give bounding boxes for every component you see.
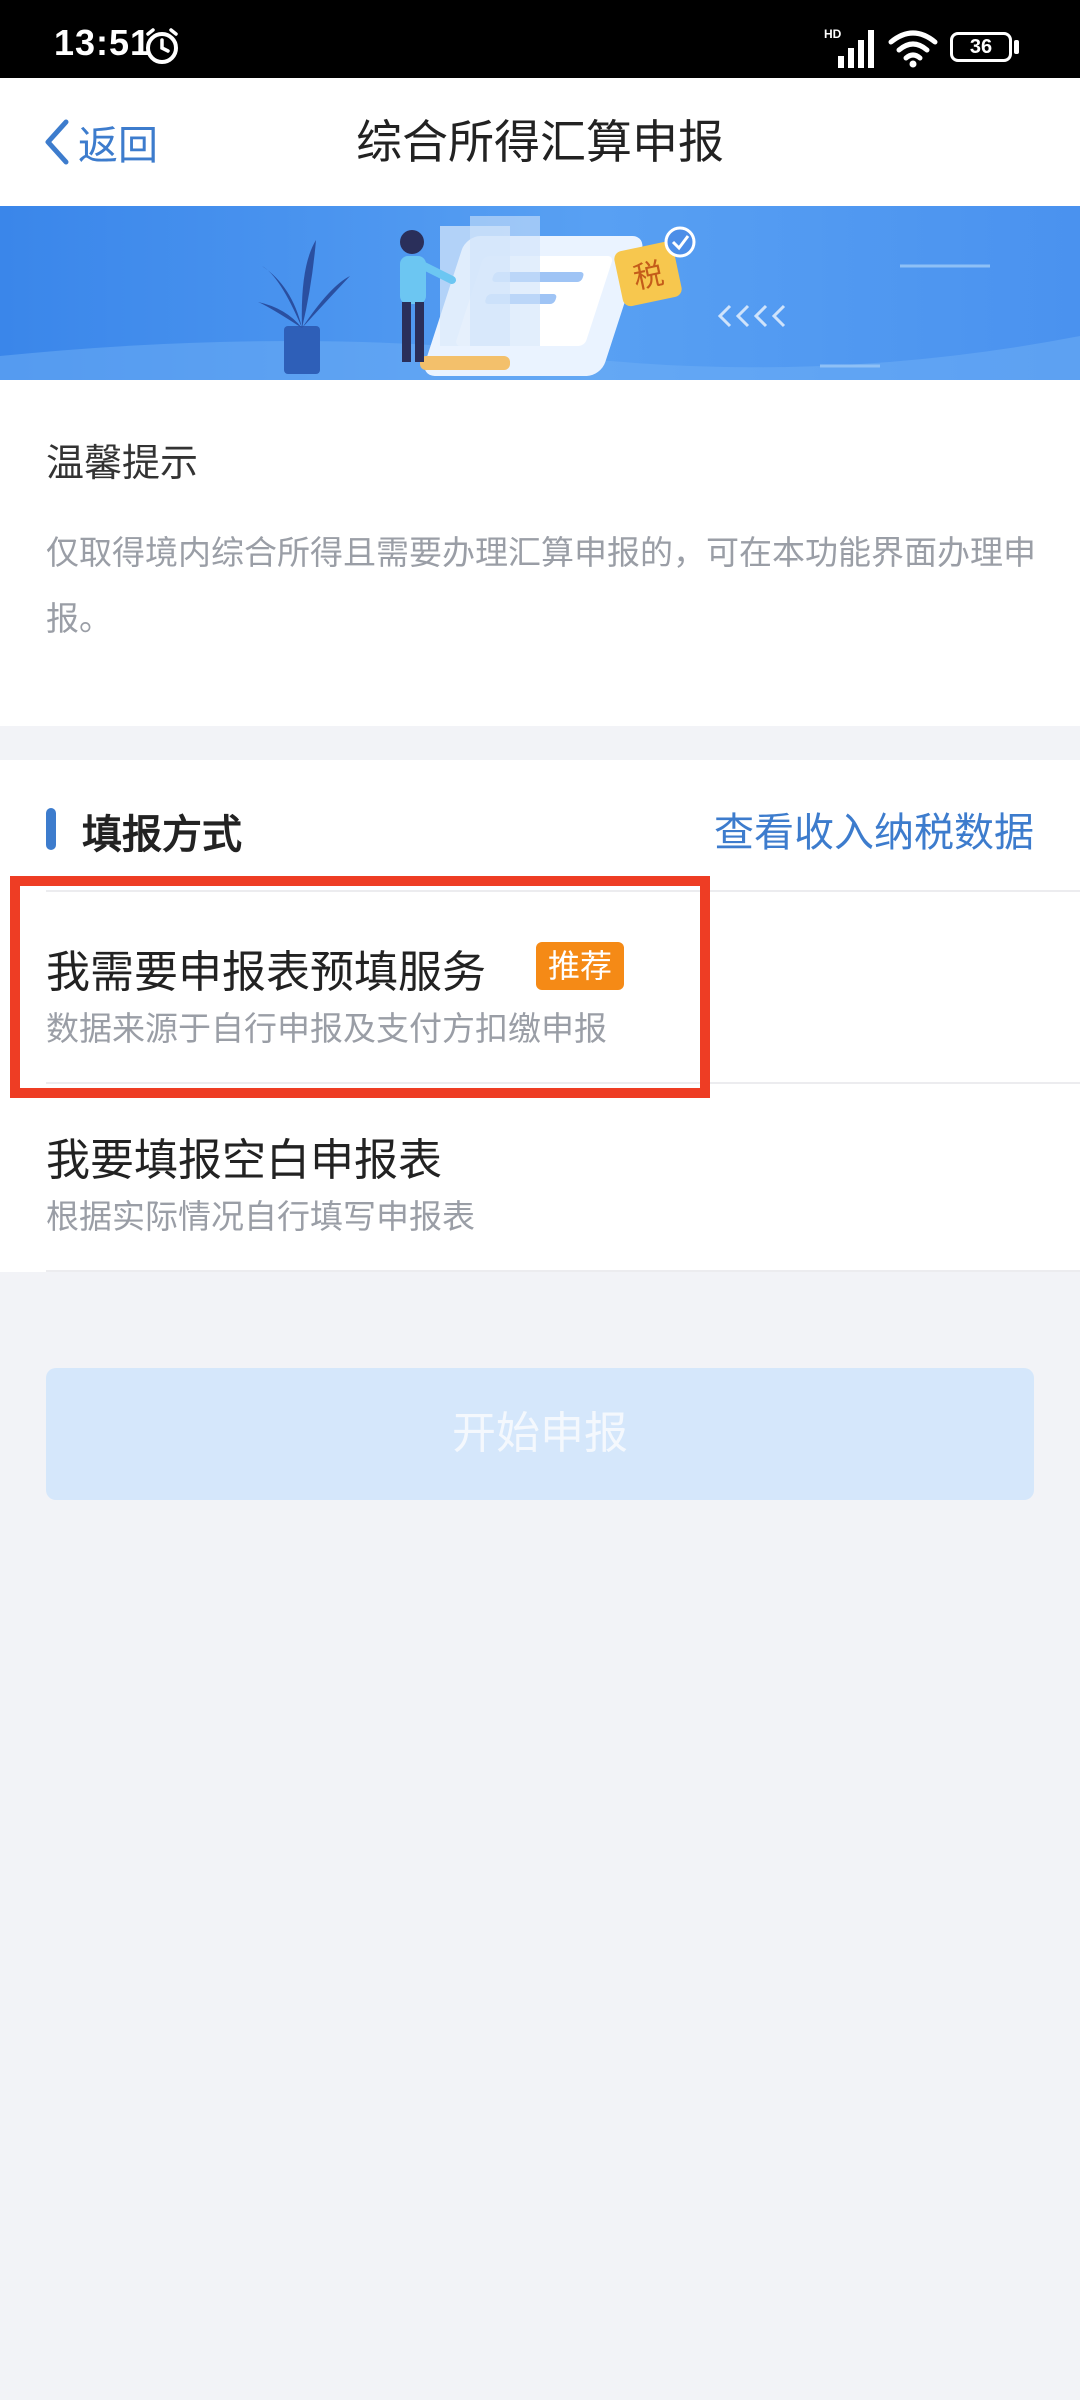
wifi-icon <box>888 30 938 68</box>
section-header: 填报方式 查看收入纳税数据 <box>0 760 1080 892</box>
tips-body: 仅取得境内综合所得且需要办理汇算申报的，可在本功能界面办理申报。 <box>46 533 1036 638</box>
tips-title: 温馨提示 <box>46 441 199 485</box>
option-title: 我要填报空白申报表 <box>46 1135 442 1186</box>
battery-tip <box>1014 40 1019 54</box>
option-subtitle: 根据实际情况自行填写申报表 <box>46 1197 475 1236</box>
option-blank-form[interactable]: 我要填报空白申报表 根据实际情况自行填写申报表 <box>0 1084 1080 1274</box>
signal-icon: HD <box>824 27 874 68</box>
chevron-left-icon <box>45 119 69 165</box>
banner-illustration: 税 <box>0 216 1080 380</box>
battery-level: 36 <box>969 36 993 58</box>
back-button[interactable]: 返回 <box>40 112 158 172</box>
section-accent-bar <box>46 808 56 850</box>
section-title: 填报方式 <box>82 812 242 858</box>
status-bar: 13:51 HD 36 <box>0 0 1080 78</box>
start-filing-button[interactable]: 开始申报 <box>46 1368 1034 1500</box>
tips-card: 温馨提示 仅取得境内综合所得且需要办理汇算申报的，可在本功能界面办理申报。 <box>0 380 1080 726</box>
highlight-annotation <box>10 876 710 1098</box>
view-income-tax-data-link[interactable]: 查看收入纳税数据 <box>714 800 1034 858</box>
back-label: 返回 <box>78 123 158 169</box>
banner: 税 <box>0 206 1080 380</box>
page-title: 综合所得汇算申报 <box>356 115 724 169</box>
status-time: 13:51 <box>54 22 152 63</box>
nav-bar: 综合所得汇算申报 返回 <box>0 78 1080 206</box>
network-label: HD <box>824 27 842 41</box>
battery-indicator: 36 <box>950 32 1012 62</box>
alarm-icon <box>146 28 178 64</box>
phone-illustration <box>420 216 643 376</box>
divider <box>46 1270 1080 1272</box>
arrows-decoration <box>717 304 786 328</box>
